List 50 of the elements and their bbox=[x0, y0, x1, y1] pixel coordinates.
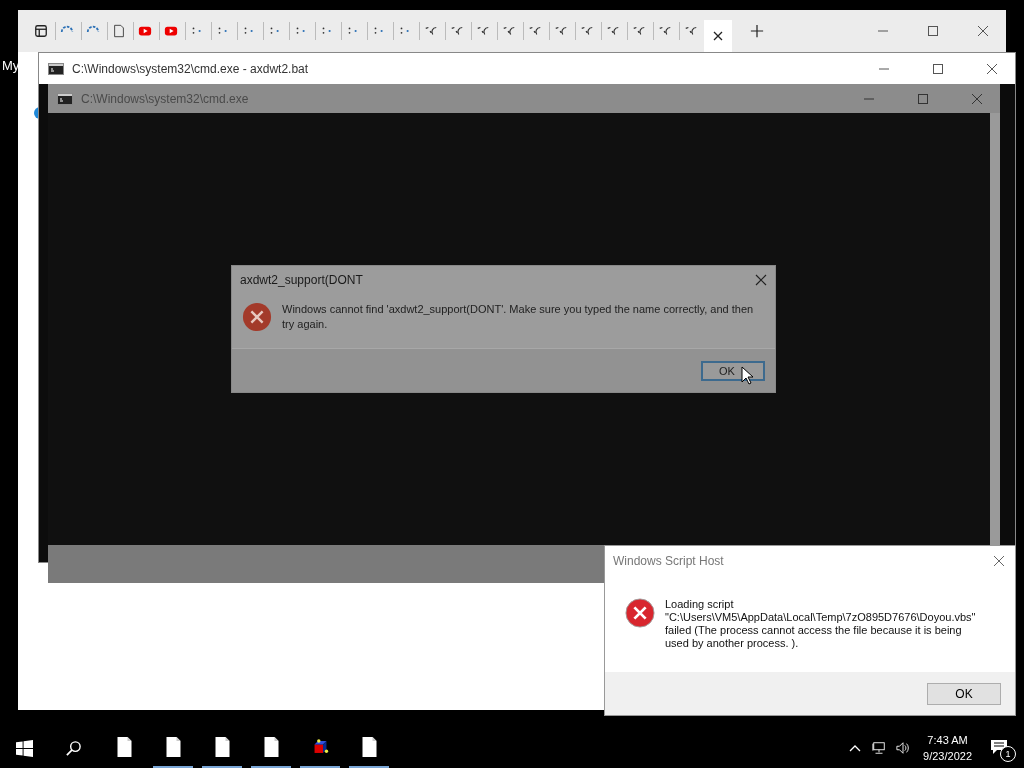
windows-start-icon[interactable] bbox=[16, 739, 33, 757]
mouse-pointer-icon bbox=[741, 366, 753, 385]
volume-icon[interactable] bbox=[896, 741, 911, 755]
desktop-icon-label: My bbox=[2, 58, 20, 73]
loading-icon[interactable] bbox=[424, 24, 438, 38]
file-icon bbox=[262, 737, 280, 757]
page-icon[interactable] bbox=[112, 24, 126, 38]
network-icon[interactable] bbox=[872, 741, 887, 755]
new-tab-icon[interactable] bbox=[750, 24, 764, 38]
clock-date[interactable]: 9/23/2022 bbox=[923, 748, 972, 764]
file-icon bbox=[213, 737, 231, 757]
tab-actions-icon[interactable] bbox=[34, 24, 48, 38]
video-icon[interactable] bbox=[138, 24, 152, 38]
window-title: C:\Windows\system32\cmd.exe - axdwt2.bat bbox=[72, 61, 309, 76]
dialog-title: Windows Script Host bbox=[613, 554, 724, 568]
loading-icon[interactable] bbox=[554, 24, 568, 38]
close-icon[interactable] bbox=[712, 30, 724, 42]
loading-icon[interactable] bbox=[502, 24, 516, 38]
close-icon[interactable] bbox=[755, 274, 767, 286]
video-icon[interactable] bbox=[164, 24, 178, 38]
maximize-icon[interactable] bbox=[927, 25, 939, 37]
clock-time[interactable]: 7:43 AM bbox=[927, 732, 968, 748]
file-icon bbox=[164, 737, 182, 757]
ok-button[interactable]: OK bbox=[927, 682, 1001, 705]
error-icon bbox=[242, 302, 272, 332]
loading-icon[interactable] bbox=[450, 24, 464, 38]
loading-icon[interactable] bbox=[658, 24, 672, 38]
console-icon bbox=[57, 92, 73, 105]
search-icon[interactable] bbox=[65, 739, 82, 757]
window-title: C:\Windows\system32\cmd.exe bbox=[81, 91, 249, 106]
console-icon bbox=[48, 62, 64, 75]
loading-icon[interactable] bbox=[632, 24, 646, 38]
error-message: Loading script "C:\Users\VM5\AppData\Local\Temp\7zO895D7676\Doyou.vbs" failed (The process cannot access the file because it is being used by another process. ). bbox=[665, 598, 976, 651]
file-icon bbox=[115, 737, 133, 757]
maximize-icon[interactable] bbox=[917, 92, 929, 105]
maximize-icon[interactable] bbox=[932, 62, 944, 75]
loading-icon[interactable] bbox=[580, 24, 594, 38]
close-icon[interactable] bbox=[977, 25, 989, 37]
loading-icon[interactable] bbox=[684, 24, 698, 38]
error-icon bbox=[625, 598, 655, 628]
loading-icon[interactable] bbox=[606, 24, 620, 38]
notification-badge: 1 bbox=[1000, 746, 1016, 762]
loading-icon[interactable] bbox=[528, 24, 542, 38]
file-icon bbox=[360, 737, 378, 757]
error-message: Windows cannot find 'axdwt2_support(DONT'. Make sure you typed the name correctly, and then try again. bbox=[282, 302, 755, 332]
close-icon[interactable] bbox=[986, 62, 998, 75]
scrollbar[interactable] bbox=[990, 113, 1000, 545]
dialog-title: axdwt2_support(DONT bbox=[240, 273, 363, 287]
loading-icon[interactable] bbox=[476, 24, 490, 38]
ok-button[interactable]: OK bbox=[701, 360, 765, 381]
